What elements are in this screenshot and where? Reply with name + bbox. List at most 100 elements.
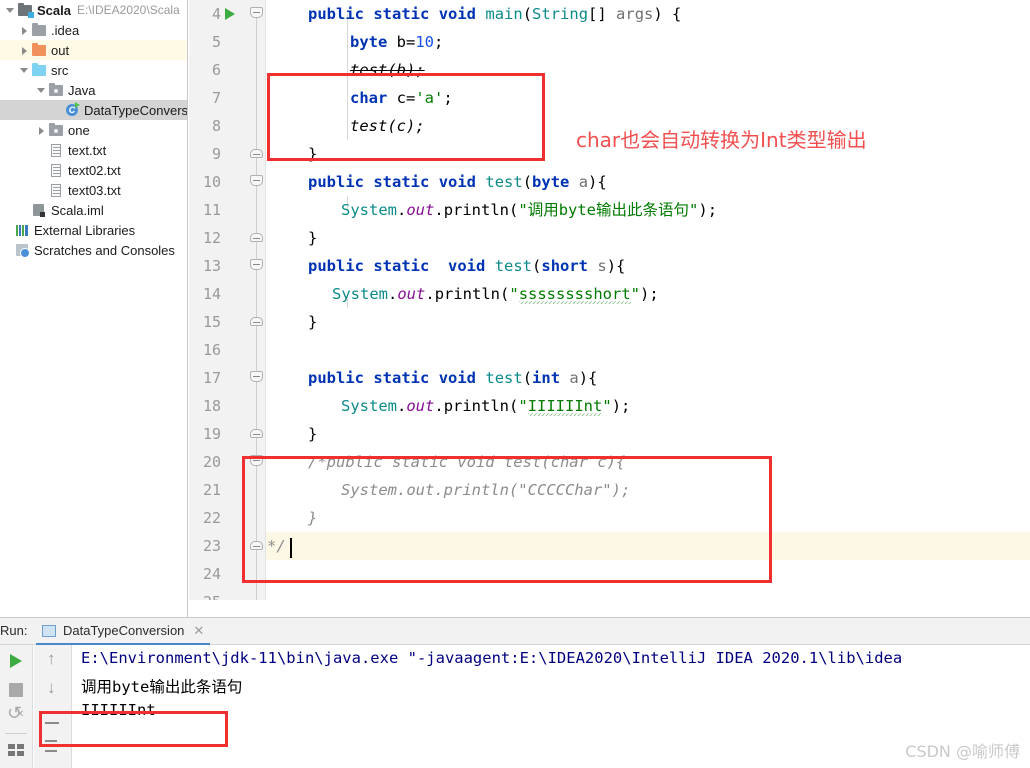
tree-item-src[interactable]: src: [0, 60, 187, 80]
code-line-7: char c='a';: [350, 89, 453, 107]
code-editor[interactable]: 4 5 6 7 8 9 10 11 12 13 14 15 16 17 18 1…: [189, 0, 1030, 617]
byte-message-literal: 调用byte输出此条语句: [527, 201, 690, 219]
tree-item-out[interactable]: out: [0, 40, 187, 60]
fold-toggle[interactable]: [249, 532, 264, 560]
tree-item-external-libraries[interactable]: External Libraries: [0, 220, 187, 240]
tree-item-label: Scala: [37, 2, 71, 18]
tree-item-java[interactable]: Java: [0, 80, 187, 100]
code-line-20: /*public static void test(char c){: [308, 453, 626, 471]
chevron-down-icon[interactable]: [35, 84, 48, 97]
tree-item-label: .idea: [51, 22, 80, 38]
tree-item-scala-iml[interactable]: Scala.iml: [0, 200, 187, 220]
folder-gray-icon: [31, 22, 47, 38]
chevron-right-icon[interactable]: [18, 24, 31, 37]
run-toolbar-primary[interactable]: [0, 645, 33, 768]
run-tab-bar: Run: DataTypeConversion ✕: [0, 618, 1030, 645]
line-number: 18: [202, 397, 221, 415]
run-tool-window[interactable]: Run: DataTypeConversion ✕ E:\Environment…: [0, 617, 1030, 768]
console-output[interactable]: E:\Environment\jdk-11\bin\java.exe "-jav…: [73, 645, 1030, 768]
run-toolbar-secondary[interactable]: [34, 645, 72, 768]
console-line: 调用byte输出此条语句: [81, 678, 243, 696]
tree-item-label: Scala.iml: [51, 202, 104, 218]
line-number: 14: [202, 285, 221, 303]
chevron-down-icon[interactable]: [18, 64, 31, 77]
scratches-icon: [14, 242, 30, 258]
fold-toggle[interactable]: [249, 0, 264, 28]
tree-item-label: Java: [68, 82, 96, 98]
scroll-up-icon[interactable]: [42, 649, 64, 672]
fold-toggle[interactable]: [249, 168, 264, 196]
folder-orange-icon: [31, 42, 47, 58]
tree-item-label: Scratches and Consoles: [34, 242, 175, 258]
scroll-down-icon[interactable]: [42, 678, 64, 701]
line-number: 21: [202, 481, 221, 499]
code-line-23: */: [267, 537, 286, 555]
run-icon[interactable]: [5, 650, 27, 672]
tree-item-idea[interactable]: .idea: [0, 20, 187, 40]
run-gutter-icon[interactable]: [223, 0, 237, 28]
layout-icon[interactable]: [5, 738, 27, 760]
tree-item-scratches-and-consoles[interactable]: Scratches and Consoles: [0, 240, 187, 260]
tree-item-scala[interactable]: Scala E:\IDEA2020\Scala: [0, 0, 187, 20]
line-number: 12: [202, 229, 221, 247]
folder-blue-icon: [31, 62, 47, 78]
fold-toggle[interactable]: [249, 420, 264, 448]
code-line-6: test(b);: [350, 61, 425, 79]
annotation-note-char: char也会自动转换为Int类型输出: [576, 128, 867, 152]
fold-toggle[interactable]: [249, 308, 264, 336]
fold-toggle[interactable]: [249, 140, 264, 168]
line-number: 6: [211, 61, 221, 79]
code-line-10: public static void test(byte a){: [308, 173, 607, 191]
tree-item-text02-txt[interactable]: text02.txt: [0, 160, 187, 180]
tree-item-text03-txt[interactable]: text03.txt: [0, 180, 187, 200]
close-icon[interactable]: ✕: [193, 623, 204, 639]
tree-item-label: External Libraries: [34, 222, 136, 238]
text-caret: [290, 538, 292, 558]
folder-module-icon: [17, 2, 34, 18]
chevron-right-icon[interactable]: [35, 124, 48, 137]
line-number: 15: [202, 313, 221, 331]
iml-file-icon: [31, 202, 47, 218]
tree-item-one[interactable]: one: [0, 120, 187, 140]
tree-item-datatypeconversion[interactable]: C DataTypeConversion: [0, 100, 187, 120]
tree-item-text-txt[interactable]: text.txt: [0, 140, 187, 160]
toolbar-divider: [5, 733, 27, 734]
line-number: 24: [202, 565, 221, 583]
code-line-5: byte b=10;: [350, 33, 444, 51]
code-line-13: public static void test(short s){: [308, 257, 626, 275]
code-line-9: }: [308, 145, 318, 163]
code-line-14: System.out.println("sssssssshort");: [332, 285, 659, 304]
line-number: 8: [211, 117, 221, 135]
project-tree-panel[interactable]: Scala E:\IDEA2020\Scala .idea out src Ja…: [0, 0, 188, 617]
soft-wrap-icon[interactable]: [42, 707, 64, 729]
chevron-down-icon[interactable]: [4, 4, 17, 17]
tree-item-label: text03.txt: [68, 182, 121, 198]
fold-toggle[interactable]: [249, 252, 264, 280]
fold-toggle[interactable]: [249, 224, 264, 252]
code-line-12: }: [308, 229, 318, 247]
run-tab-datatypeconversion[interactable]: DataTypeConversion ✕: [36, 618, 211, 645]
run-tab-label: DataTypeConversion: [63, 623, 185, 638]
text-file-icon: [48, 142, 64, 158]
short-message-literal: sssssssshort: [518, 285, 631, 304]
stop-icon[interactable]: [5, 679, 27, 701]
line-number: 5: [211, 33, 221, 51]
code-text-area[interactable]: public static void main(String[] args) {…: [266, 0, 1030, 617]
ide-window: Scala E:\IDEA2020\Scala .idea out src Ja…: [0, 0, 1030, 768]
tree-item-label: DataTypeConversion: [84, 102, 188, 118]
code-line-18: System.out.println("IIIIIInt");: [341, 397, 631, 416]
code-line-4: public static void main(String[] args) {: [308, 5, 682, 23]
rerun-failed-icon[interactable]: [5, 703, 27, 729]
print-icon[interactable]: [42, 735, 64, 757]
chevron-right-icon[interactable]: [18, 44, 31, 57]
tree-item-label: text02.txt: [68, 162, 121, 178]
text-file-icon: [48, 182, 64, 198]
tree-item-label: out: [51, 42, 70, 58]
code-line-15: }: [308, 313, 318, 331]
folder-source-icon: [48, 122, 64, 138]
fold-toggle[interactable]: [249, 448, 264, 476]
char-message-literal: CCCCChar: [527, 481, 603, 499]
fold-toggle[interactable]: [249, 364, 264, 392]
tree-item-label: src: [51, 62, 69, 78]
editor-gutter[interactable]: 4 5 6 7 8 9 10 11 12 13 14 15 16 17 18 1…: [189, 0, 266, 617]
